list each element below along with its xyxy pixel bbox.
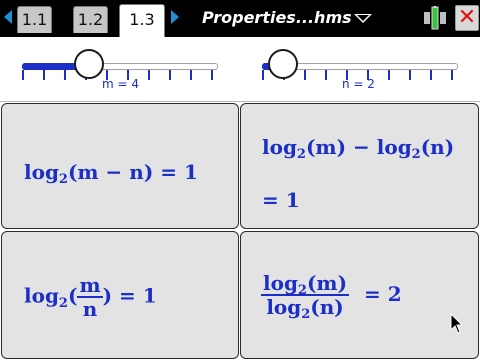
- expression-log-quotient: log2(m n) = 1: [24, 274, 157, 320]
- slider-area: m = 4 n = 2: [0, 37, 480, 102]
- log-base: 2: [301, 307, 311, 323]
- slider-label-n: n = 2: [342, 77, 375, 91]
- fraction-denominator: n: [82, 297, 98, 321]
- fraction-numerator: m: [77, 273, 103, 298]
- log-base: 2: [411, 147, 421, 162]
- tab-1-1[interactable]: 1.1: [17, 6, 52, 33]
- fraction: log2(m) log2(n): [261, 271, 350, 322]
- battery-icon: [424, 6, 446, 30]
- math-panel-2[interactable]: log2(m) − log2(n) = 1: [240, 103, 479, 229]
- slider-n[interactable]: n = 2: [262, 37, 458, 101]
- expression-result: = 1: [262, 188, 300, 212]
- expression-result: = 2: [364, 281, 402, 306]
- log-text: log: [262, 135, 297, 159]
- fraction-numerator: log2(m): [261, 271, 350, 298]
- document-title[interactable]: Properties...hms: [202, 8, 352, 27]
- math-panel-4[interactable]: log2(m) log2(n) = 2: [240, 231, 479, 359]
- log-argument: (n): [420, 135, 455, 159]
- log-text: log: [263, 271, 298, 295]
- top-bar: 1.1 1.2 1.3 Properties...hms ✕: [0, 0, 480, 37]
- nav-left-icon[interactable]: [4, 10, 12, 24]
- log-argument: (n): [310, 295, 344, 320]
- mouse-pointer-icon: [450, 313, 464, 334]
- math-panel-3[interactable]: log2(m n) = 1: [1, 231, 239, 359]
- chevron-down-icon[interactable]: [354, 14, 372, 23]
- log-argument: (m) −: [305, 135, 377, 159]
- expression-log-difference: log2(m − n) = 1: [24, 160, 198, 187]
- fraction: mn: [77, 273, 103, 321]
- log-base: 2: [58, 295, 68, 311]
- log-base: 2: [296, 147, 306, 162]
- close-icon[interactable]: ✕: [455, 5, 479, 31]
- nav-right-icon[interactable]: [171, 10, 179, 24]
- tab-1-2[interactable]: 1.2: [73, 6, 108, 33]
- paren-open: (: [67, 283, 78, 308]
- slider-thumb-n[interactable]: [268, 49, 298, 79]
- log-text: log: [24, 160, 59, 184]
- fraction-denominator: log2(n): [261, 295, 349, 322]
- log-base: 2: [58, 172, 68, 187]
- paren-close-result: ) = 1: [102, 283, 157, 308]
- expression-quotient-of-logs: log2(m) log2(n) = 2: [261, 271, 402, 322]
- log-text: log: [24, 283, 59, 308]
- log-text: log: [376, 135, 412, 159]
- slider-thumb-m[interactable]: [74, 49, 104, 79]
- log-argument: (m − n) = 1: [67, 160, 198, 184]
- tab-1-3[interactable]: 1.3: [119, 4, 165, 37]
- slider-label-m: m = 4: [102, 77, 140, 91]
- math-panel-1[interactable]: log2(m − n) = 1: [1, 103, 239, 229]
- log-base: 2: [297, 283, 307, 298]
- log-argument: (m): [306, 271, 348, 295]
- slider-m[interactable]: m = 4: [22, 37, 218, 101]
- expression-difference-of-logs: log2(m) − log2(n): [262, 135, 455, 162]
- log-text: log: [266, 295, 302, 320]
